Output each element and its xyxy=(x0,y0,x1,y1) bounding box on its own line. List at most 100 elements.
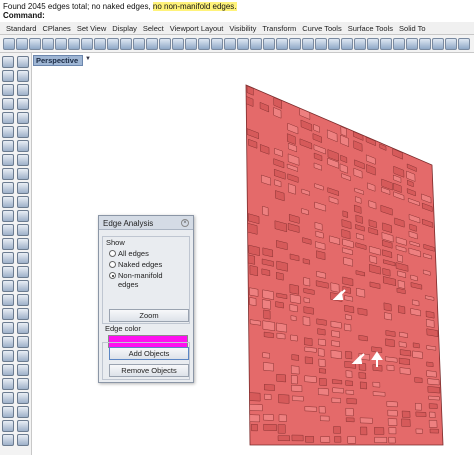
side-tool-icon[interactable] xyxy=(2,266,14,278)
side-tool-icon[interactable] xyxy=(2,322,14,334)
side-tool-icon[interactable] xyxy=(2,70,14,82)
toolbar-tool-icon[interactable] xyxy=(354,38,366,50)
toolbar-tool-icon[interactable] xyxy=(263,38,275,50)
side-tool-icon[interactable] xyxy=(17,350,29,362)
side-tool-icon[interactable] xyxy=(2,196,14,208)
toolbar-tool-icon[interactable] xyxy=(419,38,431,50)
side-tool-icon[interactable] xyxy=(17,392,29,404)
radio-all-edges[interactable]: All edges xyxy=(109,249,149,258)
side-tool-icon[interactable] xyxy=(2,84,14,96)
tab-display[interactable]: Display xyxy=(106,22,137,34)
tab-solid-tools[interactable]: Solid To xyxy=(393,22,426,34)
toolbar-tool-icon[interactable] xyxy=(315,38,327,50)
side-tool-icon[interactable] xyxy=(17,308,29,320)
toolbar-tool-icon[interactable] xyxy=(68,38,80,50)
toolbar-tool-icon[interactable] xyxy=(367,38,379,50)
side-tool-icon[interactable] xyxy=(17,252,29,264)
side-tool-icon[interactable] xyxy=(17,140,29,152)
side-tool-icon[interactable] xyxy=(17,182,29,194)
toolbar-tool-icon[interactable] xyxy=(172,38,184,50)
side-tool-icon[interactable] xyxy=(2,98,14,110)
toolbar-tool-icon[interactable] xyxy=(393,38,405,50)
side-tool-icon[interactable] xyxy=(17,168,29,180)
toolbar-tool-icon[interactable] xyxy=(42,38,54,50)
side-tool-icon[interactable] xyxy=(17,336,29,348)
side-tool-icon[interactable] xyxy=(17,154,29,166)
panel-title[interactable]: Edge Analysis × xyxy=(99,216,193,230)
side-tool-icon[interactable] xyxy=(2,140,14,152)
toolbar-tool-icon[interactable] xyxy=(185,38,197,50)
side-tool-icon[interactable] xyxy=(17,84,29,96)
tab-viewport-layout[interactable]: Viewport Layout xyxy=(164,22,224,34)
chevron-down-icon[interactable]: ▼ xyxy=(85,56,91,62)
toolbar-tool-icon[interactable] xyxy=(237,38,249,50)
toolbar-tool-icon[interactable] xyxy=(432,38,444,50)
side-tool-icon[interactable] xyxy=(17,434,29,446)
side-tool-icon[interactable] xyxy=(2,336,14,348)
toolbar-tool-icon[interactable] xyxy=(146,38,158,50)
toolbar-tool-icon[interactable] xyxy=(107,38,119,50)
tab-set-view[interactable]: Set View xyxy=(71,22,106,34)
side-tool-icon[interactable] xyxy=(17,420,29,432)
toolbar-tool-icon[interactable] xyxy=(211,38,223,50)
side-tool-icon[interactable] xyxy=(2,392,14,404)
side-tool-icon[interactable] xyxy=(2,56,14,68)
side-tool-icon[interactable] xyxy=(2,434,14,446)
toolbar-tool-icon[interactable] xyxy=(29,38,41,50)
side-tool-icon[interactable] xyxy=(2,350,14,362)
toolbar-tool-icon[interactable] xyxy=(289,38,301,50)
toolbar-tool-icon[interactable] xyxy=(341,38,353,50)
toolbar-tool-icon[interactable] xyxy=(406,38,418,50)
toolbar-tool-icon[interactable] xyxy=(133,38,145,50)
side-tool-icon[interactable] xyxy=(2,224,14,236)
radio-icon[interactable] xyxy=(109,272,116,279)
side-tool-icon[interactable] xyxy=(17,238,29,250)
tab-visibility[interactable]: Visibility xyxy=(223,22,256,34)
side-tool-icon[interactable] xyxy=(2,308,14,320)
side-tool-icon[interactable] xyxy=(17,56,29,68)
toolbar-tool-icon[interactable] xyxy=(55,38,67,50)
side-tool-icon[interactable] xyxy=(17,210,29,222)
side-tool-icon[interactable] xyxy=(17,294,29,306)
side-tool-icon[interactable] xyxy=(2,112,14,124)
side-tool-icon[interactable] xyxy=(17,112,29,124)
side-tool-icon[interactable] xyxy=(2,238,14,250)
radio-icon[interactable] xyxy=(109,250,116,257)
side-tool-icon[interactable] xyxy=(2,294,14,306)
side-tool-icon[interactable] xyxy=(17,406,29,418)
radio-naked-edges[interactable]: Naked edges xyxy=(109,260,162,269)
side-tool-icon[interactable] xyxy=(17,322,29,334)
toolbar-tool-icon[interactable] xyxy=(302,38,314,50)
toolbar-tool-icon[interactable] xyxy=(276,38,288,50)
side-tool-icon[interactable] xyxy=(17,196,29,208)
side-tool-icon[interactable] xyxy=(17,280,29,292)
tab-cplanes[interactable]: CPlanes xyxy=(36,22,70,34)
side-tool-icon[interactable] xyxy=(2,280,14,292)
toolbar-tool-icon[interactable] xyxy=(198,38,210,50)
radio-non-manifold-edges[interactable]: Non-manifold edges xyxy=(109,271,163,289)
toolbar-tool-icon[interactable] xyxy=(81,38,93,50)
add-objects-button[interactable]: Add Objects xyxy=(109,347,189,360)
toolbar-tool-icon[interactable] xyxy=(380,38,392,50)
side-tool-icon[interactable] xyxy=(17,266,29,278)
close-icon[interactable]: × xyxy=(181,219,189,227)
side-tool-icon[interactable] xyxy=(2,154,14,166)
toolbar-tool-icon[interactable] xyxy=(224,38,236,50)
side-tool-icon[interactable] xyxy=(2,420,14,432)
remove-objects-button[interactable]: Remove Objects xyxy=(109,364,189,377)
tab-transform[interactable]: Transform xyxy=(256,22,296,34)
side-tool-icon[interactable] xyxy=(2,364,14,376)
side-tool-icon[interactable] xyxy=(17,70,29,82)
side-tool-icon[interactable] xyxy=(17,378,29,390)
toolbar-tool-icon[interactable] xyxy=(120,38,132,50)
toolbar-tool-icon[interactable] xyxy=(458,38,470,50)
side-tool-icon[interactable] xyxy=(2,252,14,264)
side-tool-icon[interactable] xyxy=(2,210,14,222)
side-tool-icon[interactable] xyxy=(17,126,29,138)
zoom-button[interactable]: Zoom xyxy=(109,309,189,322)
toolbar-tool-icon[interactable] xyxy=(16,38,28,50)
side-tool-icon[interactable] xyxy=(2,378,14,390)
toolbar-tool-icon[interactable] xyxy=(159,38,171,50)
side-tool-icon[interactable] xyxy=(2,182,14,194)
side-tool-icon[interactable] xyxy=(2,406,14,418)
